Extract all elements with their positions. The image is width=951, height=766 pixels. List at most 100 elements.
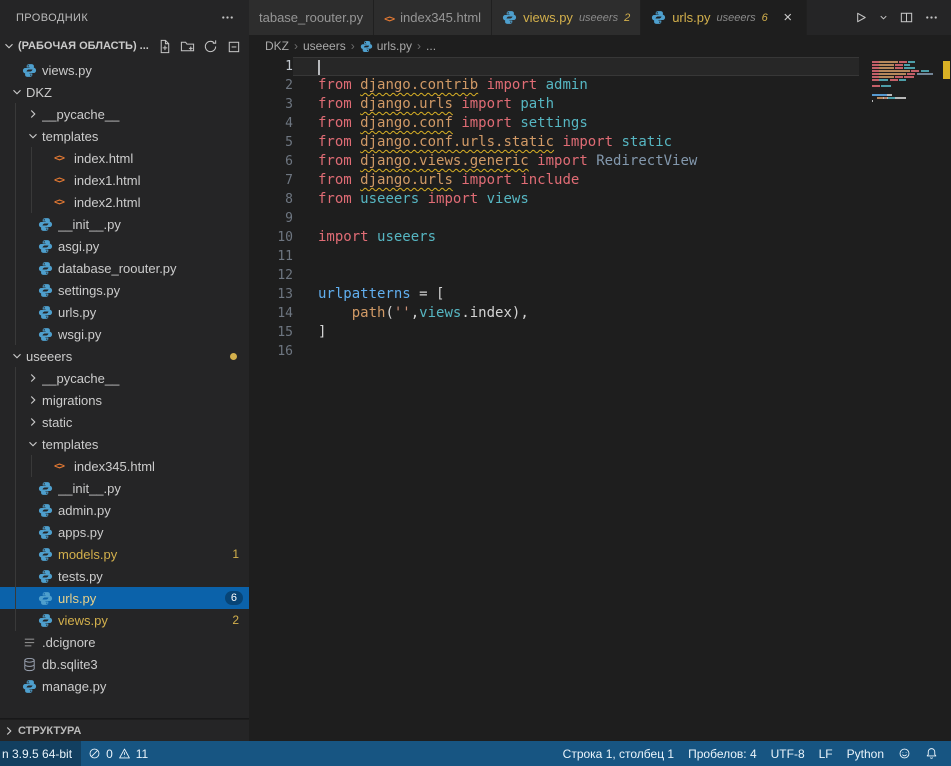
language-status[interactable]: Python — [840, 741, 891, 766]
tree-file-__init__.py[interactable]: __init__.py — [0, 477, 249, 499]
tree-file-index2.html[interactable]: <>index2.html — [0, 191, 249, 213]
breadcrumb-item[interactable]: ... — [426, 39, 436, 53]
explorer-header: ПРОВОДНИК — [0, 0, 249, 35]
line-number: 7 — [249, 171, 293, 190]
problems-badge: 1 — [232, 547, 239, 561]
code-line-3[interactable]: 3from django.urls import path — [249, 95, 951, 114]
tree-file-urls.py[interactable]: urls.py6 — [0, 587, 249, 609]
tree-file-.dcignore[interactable]: .dcignore — [0, 631, 249, 653]
tree-item-label: index1.html — [74, 173, 249, 188]
tree-file-views.py[interactable]: views.py — [0, 59, 249, 81]
html-icon: <> — [384, 10, 394, 25]
tree-folder-migrations[interactable]: migrations — [0, 389, 249, 411]
code-line-6[interactable]: 6from django.views.generic import Redire… — [249, 152, 951, 171]
code-line-2[interactable]: 2from django.contrib import admin — [249, 76, 951, 95]
indent-guide — [8, 411, 24, 433]
eol-status[interactable]: LF — [812, 741, 840, 766]
tree-folder-__pycache__[interactable]: __pycache__ — [0, 367, 249, 389]
tab-urls.py[interactable]: urls.pyuseeers6× — [641, 0, 807, 35]
problems-status[interactable]: 0 11 — [81, 741, 155, 766]
workspace-section-header[interactable]: (РАБОЧАЯ ОБЛАСТЬ) ... — [0, 35, 249, 57]
tree-file-wsgi.py[interactable]: wsgi.py — [0, 323, 249, 345]
notifications-bell-icon[interactable] — [918, 741, 945, 766]
tree-file-apps.py[interactable]: apps.py — [0, 521, 249, 543]
tree-file-models.py[interactable]: models.py1 — [0, 543, 249, 565]
code-line-14[interactable]: 14 path('',views.index), — [249, 304, 951, 323]
encoding-status[interactable]: UTF-8 — [764, 741, 812, 766]
minimap-line — [872, 103, 940, 105]
close-icon[interactable]: × — [780, 9, 796, 26]
tree-file-index1.html[interactable]: <>index1.html — [0, 169, 249, 191]
code-line-1[interactable]: 1 — [249, 57, 951, 76]
editor-more-actions-icon[interactable] — [924, 10, 939, 25]
tree-file-urls.py[interactable]: urls.py — [0, 301, 249, 323]
line-number: 2 — [249, 76, 293, 95]
tree-file-manage.py[interactable]: manage.py — [0, 675, 249, 697]
tab-views.py[interactable]: views.pyuseeers2 — [492, 0, 641, 35]
tree-file-tests.py[interactable]: tests.py — [0, 565, 249, 587]
collapse-all-icon[interactable] — [226, 39, 241, 54]
indent-guide — [8, 301, 24, 323]
breadcrumb-item[interactable]: urls.py — [360, 39, 412, 53]
tree-folder-useeers[interactable]: useeers — [0, 345, 249, 367]
code-line-8[interactable]: 8from useeers import views — [249, 190, 951, 209]
new-file-icon[interactable] — [157, 39, 172, 54]
tree-folder-templates[interactable]: templates — [0, 125, 249, 147]
refresh-icon[interactable] — [203, 39, 218, 54]
feedback-icon[interactable] — [891, 741, 918, 766]
workspace-label: (РАБОЧАЯ ОБЛАСТЬ) ... — [18, 40, 157, 52]
tab-tabase_roouter.py[interactable]: tabase_roouter.py — [249, 0, 374, 35]
tree-file-admin.py[interactable]: admin.py — [0, 499, 249, 521]
tree-item-label: migrations — [42, 393, 249, 408]
run-dropdown-icon[interactable] — [878, 12, 889, 23]
tree-folder-DKZ[interactable]: DKZ — [0, 81, 249, 103]
split-editor-button[interactable] — [899, 10, 914, 25]
tree-file-__init__.py[interactable]: __init__.py — [0, 213, 249, 235]
status-bar: n 3.9.5 64-bit 0 11 Строка 1, столбец 1 … — [0, 741, 951, 766]
indent-guide — [8, 257, 24, 279]
tree-file-database_roouter.py[interactable]: database_roouter.py — [0, 257, 249, 279]
breadcrumb-item[interactable]: DKZ — [265, 39, 289, 53]
code-line-15[interactable]: 15] — [249, 323, 951, 342]
tree-file-index345.html[interactable]: <>index345.html — [0, 455, 249, 477]
tree-item-label: db.sqlite3 — [42, 657, 249, 672]
tree-item-label: __pycache__ — [42, 371, 249, 386]
indent-guide — [8, 499, 24, 521]
python-icon — [38, 525, 58, 540]
run-button[interactable] — [853, 10, 868, 25]
tree-file-views.py[interactable]: views.py2 — [0, 609, 249, 631]
tree-file-settings.py[interactable]: settings.py — [0, 279, 249, 301]
tree-folder-__pycache__[interactable]: __pycache__ — [0, 103, 249, 125]
tree-file-index.html[interactable]: <>index.html — [0, 147, 249, 169]
code-line-11[interactable]: 11 — [249, 247, 951, 266]
code-line-4[interactable]: 4from django.conf import settings — [249, 114, 951, 133]
new-folder-icon[interactable] — [180, 39, 195, 54]
python-interpreter-status[interactable]: n 3.9.5 64-bit — [0, 741, 81, 766]
minimap-line — [872, 64, 940, 66]
indentation-status[interactable]: Пробелов: 4 — [681, 741, 764, 766]
code-line-9[interactable]: 9 — [249, 209, 951, 228]
tree-item-label: index2.html — [74, 195, 249, 210]
tab-index345.html[interactable]: <>index345.html — [374, 0, 492, 35]
tree-file-asgi.py[interactable]: asgi.py — [0, 235, 249, 257]
breadcrumb-item[interactable]: useeers — [303, 39, 346, 53]
code-line-12[interactable]: 12 — [249, 266, 951, 285]
code-line-16[interactable]: 16 — [249, 342, 951, 361]
indent-guide — [8, 235, 24, 257]
minimap[interactable] — [872, 58, 940, 106]
explorer-more-actions-icon[interactable] — [220, 10, 235, 25]
code-line-7[interactable]: 7from django.urls import include — [249, 171, 951, 190]
code-line-10[interactable]: 10import useeers — [249, 228, 951, 247]
code-text: from useeers import views — [293, 190, 859, 209]
code-line-5[interactable]: 5from django.conf.urls.static import sta… — [249, 133, 951, 152]
line-number: 4 — [249, 114, 293, 133]
code-line-13[interactable]: 13urlpatterns = [ — [249, 285, 951, 304]
minimap-line — [872, 94, 940, 96]
tree-folder-templates[interactable]: templates — [0, 433, 249, 455]
outline-section-header[interactable]: СТРУКТУРА — [0, 719, 249, 741]
tree-file-db.sqlite3[interactable]: db.sqlite3 — [0, 653, 249, 675]
text-cursor — [318, 60, 320, 75]
tree-folder-static[interactable]: static — [0, 411, 249, 433]
cursor-position-status[interactable]: Строка 1, столбец 1 — [556, 741, 681, 766]
code-text — [293, 247, 859, 266]
